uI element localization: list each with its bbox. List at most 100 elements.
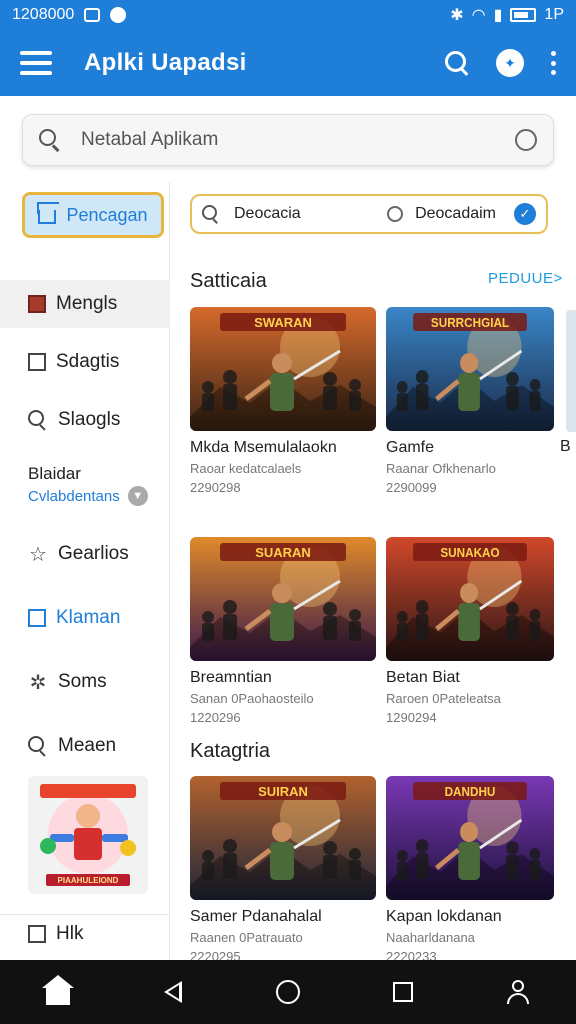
square-outline-icon	[28, 353, 46, 371]
filter-right-label[interactable]: Deocadaim	[415, 205, 496, 223]
nav-home[interactable]	[30, 964, 86, 1020]
square-outline-icon	[28, 925, 46, 943]
lens-icon[interactable]	[515, 129, 537, 151]
game-banner-text: SWARAN	[254, 315, 312, 330]
game-subtitle: Raanar Ofkhenarlo	[386, 461, 496, 476]
game-card[interactable]: SUNAKAO Betan Biat Raroen 0Pateleatsa 12…	[386, 537, 554, 725]
game-banner-text: SURRCHGIAL	[431, 315, 510, 330]
game-art: SUIRAN	[190, 776, 376, 900]
sidebar-primary-label: Pencagan	[66, 204, 148, 225]
star-icon: ✲	[29, 671, 47, 694]
sidebar-item-label: Blaidar	[28, 464, 81, 483]
promo-image[interactable]: PIAAHULEIOND	[28, 776, 148, 894]
section-title: Katagtria	[190, 740, 271, 762]
game-subtitle: Raoar kedatcalaels	[190, 461, 302, 476]
search-bar	[22, 114, 554, 166]
sidebar-item-label: Hlk	[56, 923, 84, 944]
sidebar-item-soms[interactable]: ✲ Soms	[0, 662, 170, 702]
nav-back[interactable]	[145, 964, 201, 1020]
sidebar: Pencagan Mengls Sdagtis Slaogls Blaidar …	[0, 182, 170, 960]
circle-icon	[275, 980, 300, 1004]
status-indicators: 1208000	[12, 6, 75, 23]
gamepad-icon[interactable]: ✦	[496, 49, 524, 77]
sidebar-item-klaman[interactable]: Klaman	[0, 598, 170, 638]
card-partial[interactable]	[566, 310, 576, 432]
sidebar-item-label: Mengls	[56, 293, 118, 314]
app-bar: Aplki Uapadsi ✦	[0, 30, 576, 96]
notification-icon	[110, 7, 127, 23]
sidebar-item-label: Sdagtis	[56, 351, 120, 372]
game-card[interactable]: SWARAN Mkda Msemulalaokn Raoar kedatcala…	[190, 307, 376, 495]
nav-profile[interactable]	[490, 964, 546, 1020]
game-thumbnail[interactable]: SWARAN	[190, 307, 376, 431]
square-red-icon	[28, 295, 46, 313]
game-subtitle: Raanen 0Patrauato	[190, 930, 303, 945]
game-banner-text: SUARAN	[255, 545, 311, 560]
game-thumbnail[interactable]: SURRCHGIAL	[386, 307, 554, 431]
search-icon	[39, 129, 61, 151]
game-thumbnail[interactable]: SUNAKAO	[386, 537, 554, 661]
game-card[interactable]: SUARAN Breamntian Sanan 0Paohaosteilo 12…	[190, 537, 376, 725]
bottom-nav	[0, 960, 576, 1024]
sidebar-item-sublabel: Cvlabdentans	[28, 487, 120, 505]
promo-art: PIAAHULEIOND	[28, 776, 148, 894]
more-vert-icon[interactable]	[550, 51, 556, 75]
game-card[interactable]: SUIRAN Samer Pdanahalal Raanen 0Patrauat…	[190, 776, 376, 964]
game-subtitle: Sanan 0Paohaosteilo	[190, 691, 314, 706]
game-count: 1220296	[190, 710, 241, 725]
sidebar-item-sdagtis[interactable]: Sdagtis	[0, 342, 170, 382]
chevron-down-icon[interactable]: ▼	[127, 486, 148, 506]
game-thumbnail[interactable]: SUIRAN	[190, 776, 376, 900]
game-thumbnail[interactable]: SUARAN	[190, 537, 376, 661]
sidebar-item-blaidar[interactable]: Blaidar Cvlabdentans ▼	[28, 464, 158, 506]
search-icon[interactable]	[444, 50, 470, 76]
message-icon	[84, 8, 101, 22]
back-icon	[163, 981, 182, 1003]
game-banner-text: SUIRAN	[258, 784, 308, 799]
page-title: Aplki Uapadsi	[84, 49, 247, 76]
game-thumbnail[interactable]: DANDHU	[386, 776, 554, 900]
game-subtitle: Naaharldanana	[386, 930, 475, 945]
signal-icon: ▮	[493, 7, 503, 24]
game-title: Betan Biat	[386, 669, 460, 686]
game-card[interactable]: SURRCHGIAL Gamfe Raanar Ofkhenarlo 22900…	[386, 307, 554, 495]
nav-circle[interactable]	[260, 964, 316, 1020]
sidebar-item-mengls[interactable]: Mengls	[0, 280, 170, 328]
game-art: SUNAKAO	[386, 537, 554, 661]
game-art: SUARAN	[190, 537, 376, 661]
card-partial-title: B	[560, 438, 571, 455]
game-card[interactable]: DANDHU Kapan lokdanan Naaharldanana 2220…	[386, 776, 554, 964]
nav-recent[interactable]	[375, 964, 431, 1020]
game-title: Breamntian	[190, 669, 272, 686]
sidebar-item-label: Soms	[58, 671, 107, 692]
game-title: Samer Pdanahalal	[190, 908, 322, 925]
home-icon	[38, 210, 57, 224]
game-title: Kapan lokdanan	[386, 908, 502, 925]
search-input[interactable]	[81, 129, 515, 151]
game-title: Gamfe	[386, 439, 435, 456]
game-banner-text: SUNAKAO	[440, 545, 500, 560]
sidebar-item-gearlios[interactable]: ☆ Gearlios	[0, 534, 170, 574]
search-icon	[202, 205, 220, 223]
sidebar-item-meaen[interactable]: Meaen	[0, 726, 170, 766]
battery-icon	[510, 8, 537, 22]
filter-bar[interactable]: Deocacia Deocadaim ✓	[190, 194, 548, 234]
square-icon	[393, 982, 414, 1002]
status-time: 1P	[544, 6, 564, 23]
check-icon[interactable]: ✓	[514, 203, 536, 225]
sidebar-item-hlk[interactable]: Hlk	[0, 914, 170, 954]
star-icon: ☆	[29, 543, 47, 566]
game-art: SURRCHGIAL	[386, 307, 554, 431]
menu-icon[interactable]	[20, 51, 52, 75]
sidebar-item-slaogls[interactable]: Slaogls	[0, 400, 170, 440]
bluetooth-icon: ✱	[450, 7, 464, 24]
more-link[interactable]: PEDUUE>	[488, 270, 563, 287]
game-count: 2290099	[386, 480, 437, 495]
user-icon	[507, 980, 530, 1004]
filter-left-label[interactable]: Deocacia	[234, 205, 301, 223]
svg-text:PIAAHULEIOND: PIAAHULEIOND	[58, 876, 119, 885]
sidebar-primary-button[interactable]: Pencagan	[22, 192, 164, 238]
section-title: Satticaia	[190, 270, 267, 292]
clock-icon	[387, 206, 404, 222]
game-art: SWARAN	[190, 307, 376, 431]
